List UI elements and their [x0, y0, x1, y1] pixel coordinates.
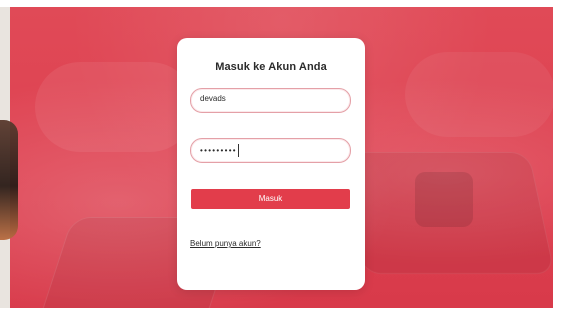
username-field[interactable]: devads	[190, 88, 351, 113]
top-frame	[0, 0, 561, 7]
password-field[interactable]: •••••••••	[190, 138, 351, 163]
text-cursor	[238, 144, 239, 157]
login-page: Masuk ke Akun Anda devads ••••••••• Masu…	[0, 0, 561, 321]
login-button[interactable]: Masuk	[191, 189, 350, 209]
right-frame	[553, 0, 561, 321]
bottom-frame	[0, 308, 561, 321]
login-card: Masuk ke Akun Anda devads ••••••••• Masu…	[177, 38, 365, 290]
background-glow-left	[35, 62, 195, 152]
background-person-sliver	[0, 120, 18, 240]
register-link[interactable]: Belum punya akun?	[190, 239, 261, 248]
hero-background: Masuk ke Akun Anda devads ••••••••• Masu…	[10, 7, 553, 308]
password-mask: •••••••••	[200, 146, 237, 155]
background-glow-right	[405, 52, 553, 137]
username-value: devads	[200, 94, 226, 103]
background-mug	[415, 172, 473, 227]
login-title: Masuk ke Akun Anda	[215, 61, 327, 73]
